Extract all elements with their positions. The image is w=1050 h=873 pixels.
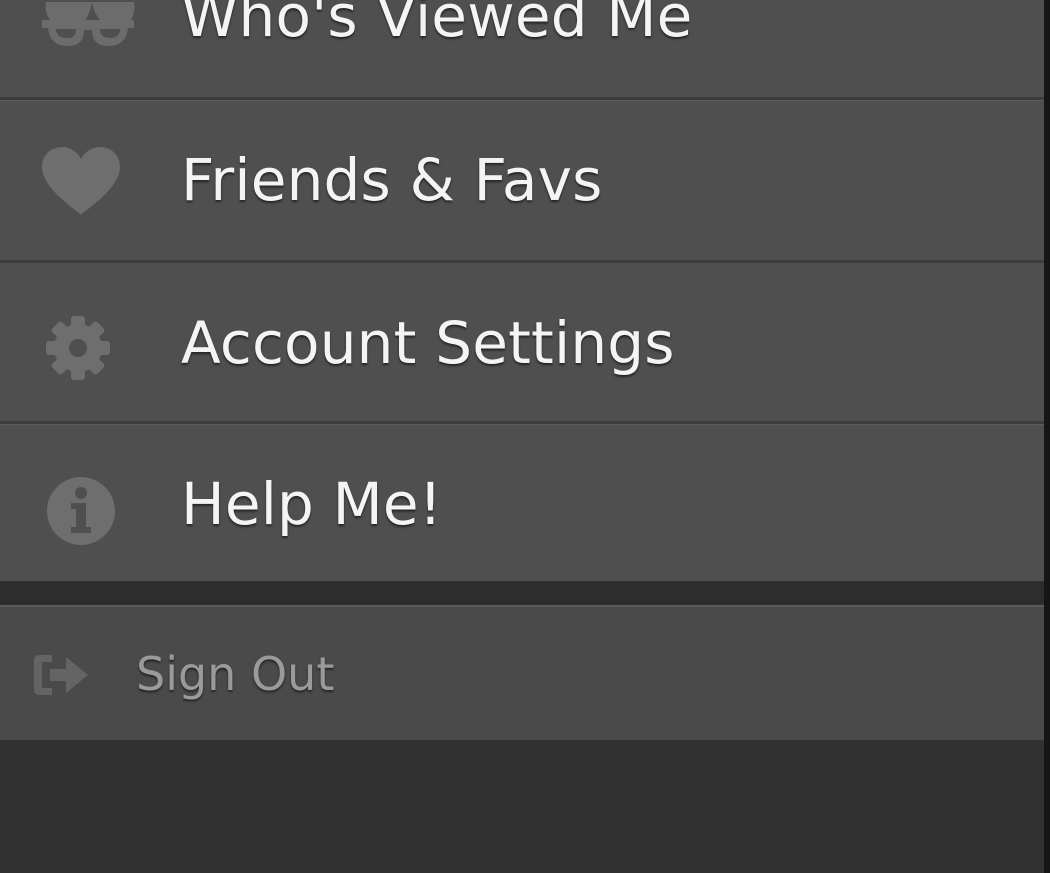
menu-item-account-settings[interactable]: Account Settings (0, 263, 1044, 421)
menu-item-whos-viewed-me[interactable]: Who's Viewed Me (0, 0, 1044, 97)
account-settings-label: Account Settings (181, 309, 675, 377)
section-separator (0, 582, 1044, 604)
heart-icon (42, 147, 120, 215)
drawer-edge-shadow (1044, 0, 1050, 873)
navigation-drawer: Who's Viewed Me Friends & Favs Account S… (0, 0, 1044, 873)
sign-out-label: Sign Out (136, 647, 335, 701)
app-screen: Who's Viewed Me Friends & Favs Account S… (0, 0, 1050, 873)
glasses-icon (42, 2, 135, 46)
menu-item-help-me[interactable]: Help Me! (0, 425, 1044, 581)
friends-favs-label: Friends & Favs (181, 146, 603, 214)
sign-out-button[interactable]: Sign Out (0, 605, 1044, 740)
menu-item-friends-favs[interactable]: Friends & Favs (0, 101, 1044, 260)
sign-out-icon (34, 655, 88, 695)
whos-viewed-me-label: Who's Viewed Me (181, 0, 693, 50)
info-icon (47, 477, 115, 545)
gear-icon (46, 316, 110, 380)
help-me-label: Help Me! (181, 470, 443, 538)
drawer-empty-space (0, 740, 1044, 873)
